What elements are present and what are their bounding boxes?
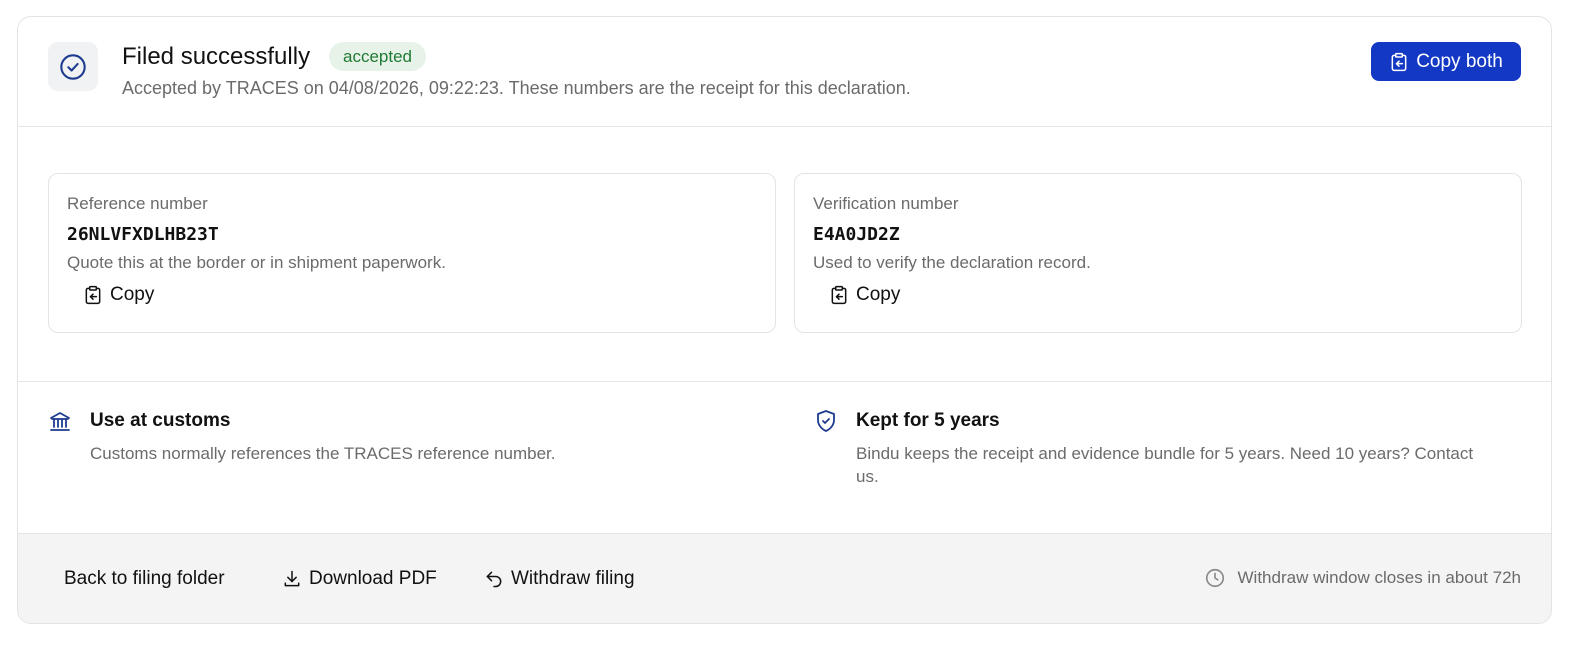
clipboard-copy-icon (1391, 52, 1407, 71)
reference-number-description: Quote this at the border or in shipment … (67, 253, 446, 272)
copy-reference-button[interactable]: Copy (79, 282, 158, 308)
info-retention-title: Kept for 5 years (856, 410, 1000, 431)
download-pdf-label: Download PDF (309, 568, 437, 589)
reference-number-card: Reference number 26NLVFXDLHB23T Quote th… (48, 173, 776, 333)
verification-number-description: Used to verify the declaration record. (813, 253, 1091, 272)
header-subtitle: Accepted by TRACES on 04/08/2026, 09:22:… (122, 78, 911, 98)
withdraw-filing-button[interactable]: Withdraw filing (484, 566, 635, 592)
bank-icon (50, 412, 70, 431)
reference-number-label: Reference number (67, 194, 208, 213)
info-customs-text: Customs normally references the TRACES r… (90, 444, 556, 463)
undo-icon (486, 571, 502, 588)
copy-verification-label: Copy (856, 284, 901, 305)
card-header: Filed successfully accepted Accepted by … (18, 17, 1551, 127)
verification-number-label: Verification number (813, 194, 959, 213)
card-footer: Back to filing folder Download PDF Withd… (18, 533, 1551, 623)
shield-check-icon (817, 410, 835, 432)
clipboard-copy-icon (831, 285, 847, 305)
info-customs-title: Use at customs (90, 410, 231, 431)
copy-both-label: Copy both (1416, 50, 1503, 72)
verification-number-value: E4A0JD2Z (813, 224, 900, 245)
copy-reference-label: Copy (110, 284, 155, 305)
info-retention-text: Bindu keeps the receipt and evidence bun… (856, 444, 1474, 486)
back-to-folder-label: Back to filing folder (64, 568, 225, 589)
status-badge: accepted (329, 42, 426, 71)
clock-icon (1205, 568, 1224, 588)
clipboard-copy-icon (85, 285, 101, 305)
verification-number-card: Verification number E4A0JD2Z Used to ver… (794, 173, 1522, 333)
filing-success-card: Filed successfully accepted Accepted by … (17, 16, 1552, 624)
download-icon (284, 570, 300, 587)
page-title: Filed successfully (122, 43, 311, 70)
download-pdf-button[interactable]: Download PDF (282, 566, 437, 592)
back-to-folder-button[interactable]: Back to filing folder (64, 566, 225, 592)
status-icon-container (48, 42, 98, 91)
withdraw-window-text: Withdraw window closes in about 72h (1237, 568, 1521, 587)
receipt-numbers-section: Reference number 26NLVFXDLHB23T Quote th… (18, 127, 1551, 382)
withdraw-window-note: Withdraw window closes in about 72h (1204, 567, 1521, 589)
check-circle-icon (60, 53, 86, 80)
withdraw-filing-label: Withdraw filing (511, 568, 635, 589)
reference-number-value: 26NLVFXDLHB23T (67, 224, 219, 245)
copy-both-button[interactable]: Copy both (1371, 42, 1521, 81)
copy-verification-button[interactable]: Copy (825, 282, 904, 308)
